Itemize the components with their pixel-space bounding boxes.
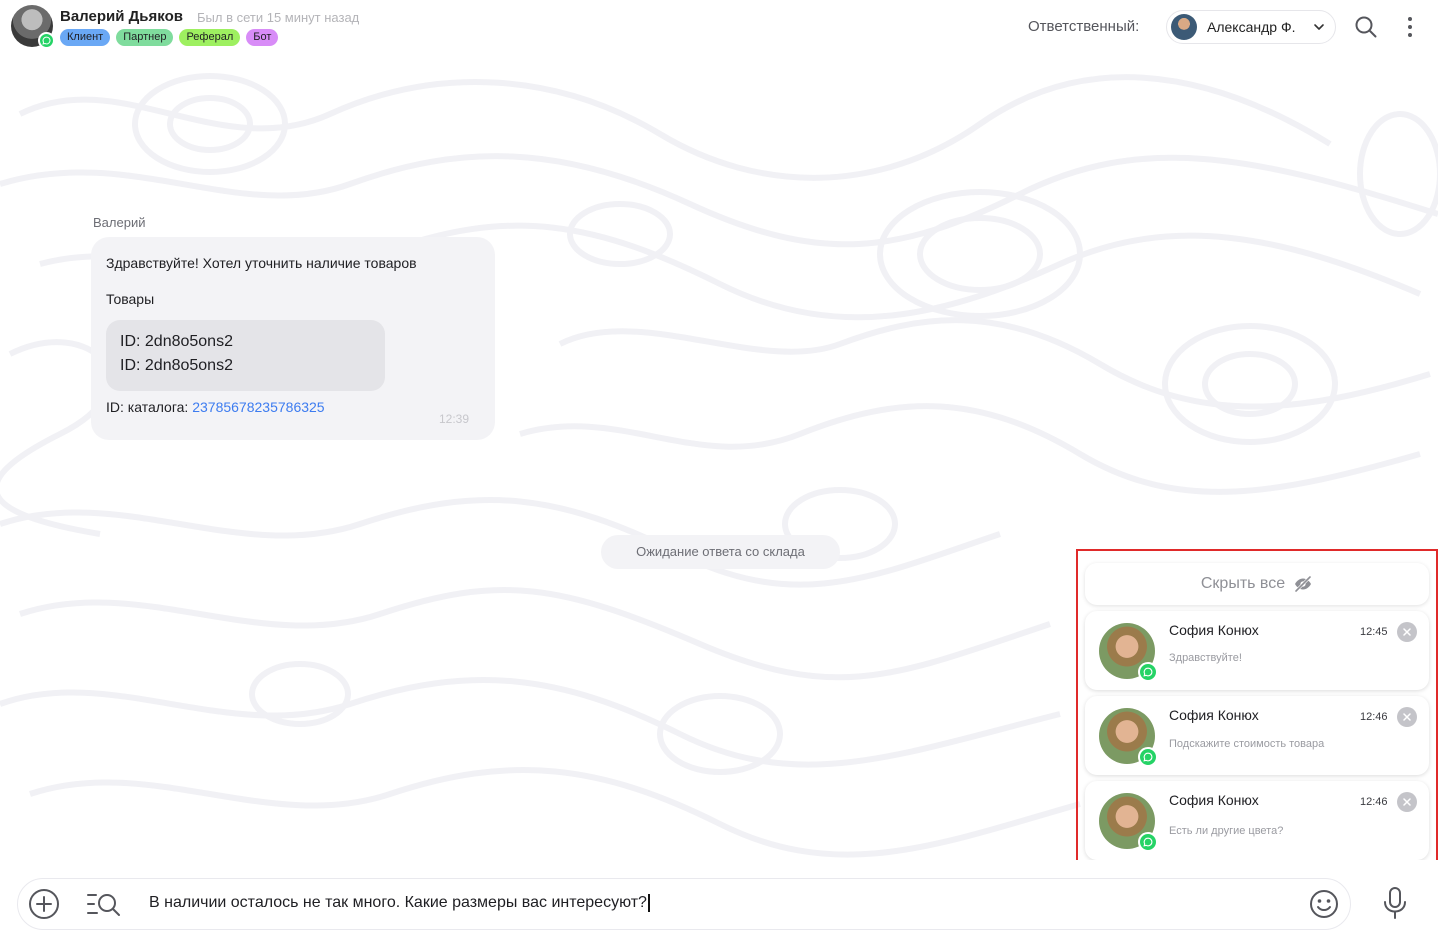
product-ids-box — [106, 320, 385, 391]
close-icon[interactable] — [1397, 622, 1417, 642]
system-message: Ожидание ответа со склада — [601, 535, 840, 569]
catalog-link[interactable]: 23785678235786325 — [192, 399, 324, 415]
notification-time: 12:46 — [1360, 711, 1388, 723]
notification-time: 12:45 — [1360, 626, 1388, 638]
user-name[interactable]: Валерий Дьяков — [60, 8, 183, 25]
close-icon[interactable] — [1397, 707, 1417, 727]
avatar — [1099, 623, 1158, 682]
tag-list: Клиент Партнер Реферал Бот — [60, 29, 279, 46]
notification-card[interactable]: София Конюх Есть ли другие цвета? 12:46 — [1085, 781, 1429, 860]
product-id: ID: 2dn8o5ons2 — [120, 333, 233, 350]
notification-sender: София Конюх — [1169, 707, 1259, 723]
responsible-select[interactable]: Александр Ф. — [1166, 10, 1336, 44]
notification-card[interactable]: София Конюх Подскажите стоимость товара … — [1085, 696, 1429, 775]
avatar[interactable] — [11, 5, 55, 49]
responsible-avatar — [1171, 14, 1197, 40]
tag-partner[interactable]: Партнер — [116, 29, 174, 46]
plus-circle-icon[interactable] — [28, 888, 60, 920]
avatar — [1099, 793, 1158, 852]
notification-time: 12:46 — [1360, 796, 1388, 808]
chevron-down-icon — [1314, 24, 1324, 30]
whatsapp-icon — [38, 32, 55, 49]
whatsapp-icon — [1138, 832, 1158, 852]
tag-bot[interactable]: Бот — [246, 29, 279, 46]
responsible-label: Ответственный: — [1028, 18, 1140, 35]
catalog-label: ID: каталога: — [106, 399, 189, 415]
whatsapp-icon — [1138, 747, 1158, 767]
user-status: Был в сети 15 минут назад — [197, 10, 360, 25]
hide-all-label: Скрыть все — [1200, 575, 1286, 592]
close-icon[interactable] — [1397, 792, 1417, 812]
notification-text: Подскажите стоимость товара — [1169, 738, 1325, 750]
product-id: ID: 2dn8o5ons2 — [120, 357, 233, 374]
emoji-icon[interactable] — [1309, 889, 1339, 919]
catalog-line: ID: каталога: 23785678235786325 — [106, 399, 325, 415]
notification-card[interactable]: София Конюх Здравствуйте! 12:45 — [1085, 611, 1429, 690]
notification-text: Здравствуйте! — [1169, 652, 1242, 664]
more-vertical-icon[interactable] — [1400, 15, 1420, 39]
eye-off-icon — [1295, 575, 1312, 593]
chat-header: Валерий Дьяков Был в сети 15 минут назад… — [0, 0, 1438, 54]
notification-text: Есть ли другие цвета? — [1169, 825, 1284, 837]
message-time: 12:39 — [439, 412, 470, 426]
notification-sender: София Конюх — [1169, 622, 1259, 638]
microphone-icon[interactable] — [1381, 886, 1409, 920]
whatsapp-icon — [1138, 662, 1158, 682]
avatar — [1099, 708, 1158, 767]
list-search-icon[interactable] — [86, 890, 122, 918]
notification-sender: София Конюх — [1169, 792, 1259, 808]
message-input-text: В наличии осталось не так много. Какие р… — [149, 894, 650, 912]
responsible-name: Александр Ф. — [1207, 19, 1296, 35]
message-products-label: Товары — [106, 291, 155, 307]
tag-referral[interactable]: Реферал — [179, 29, 241, 46]
tag-client[interactable]: Клиент — [60, 29, 111, 46]
hide-all-button[interactable]: Скрыть все — [1085, 563, 1429, 605]
search-icon[interactable] — [1354, 15, 1378, 39]
message-sender: Валерий — [93, 215, 146, 230]
message-text: Здравствуйте! Хотел уточнить наличие тов… — [106, 255, 417, 271]
